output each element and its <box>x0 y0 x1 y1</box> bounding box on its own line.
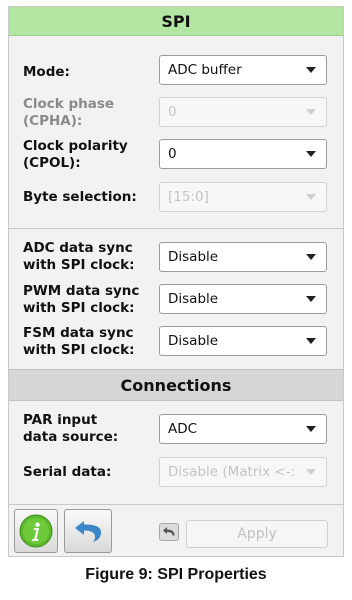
panel-title: SPI <box>9 7 343 36</box>
cpha-label-line1: Clock phase <box>23 96 115 112</box>
mode-value: ADC buffer <box>168 62 242 78</box>
fsm-sync-value: Disable <box>168 333 219 349</box>
small-undo-icon <box>163 527 175 536</box>
serial-data-value: Disable (Matrix <-: <box>168 464 296 480</box>
par-input-label: PAR input data source: <box>23 412 118 446</box>
adc-sync-select[interactable]: Disable <box>159 242 327 272</box>
dropdown-arrow-icon <box>306 338 316 344</box>
mode-select[interactable]: ADC buffer <box>159 55 327 85</box>
spi-properties-panel: SPI Mode: ADC buffer Clock phase (CPHA):… <box>8 6 344 557</box>
cpha-select[interactable]: 0 <box>159 97 327 127</box>
pwm-sync-label: PWM data sync with SPI clock: <box>23 283 139 317</box>
undo-button[interactable] <box>64 509 112 553</box>
panel-footer: Apply <box>9 504 343 556</box>
cpha-label-line2: (CPHA): <box>23 113 83 129</box>
byte-selection-value: [15:0] <box>168 189 209 205</box>
undo-icon <box>75 521 101 542</box>
info-icon <box>19 514 53 548</box>
cpol-label-line1: Clock polarity <box>23 138 128 154</box>
dropdown-arrow-icon <box>306 469 316 475</box>
cpol-label: Clock polarity (CPOL): <box>23 138 128 172</box>
figure-caption: Figure 9: SPI Properties <box>85 566 267 583</box>
dropdown-arrow-icon <box>306 254 316 260</box>
par-input-label-line1: PAR input <box>23 412 98 428</box>
connections-header: Connections <box>9 369 343 401</box>
dropdown-arrow-icon <box>306 151 316 157</box>
adc-sync-label: ADC data sync with SPI clock: <box>23 240 135 274</box>
pwm-sync-label-line2: with SPI clock: <box>23 300 135 316</box>
cpol-select[interactable]: 0 <box>159 139 327 169</box>
serial-data-select[interactable]: Disable (Matrix <-: <box>159 457 327 487</box>
dropdown-arrow-icon <box>306 296 316 302</box>
par-input-label-line2: data source: <box>23 429 119 445</box>
dropdown-arrow-icon <box>306 194 316 200</box>
cpol-label-line2: (CPOL): <box>23 155 81 171</box>
fsm-sync-label-line2: with SPI clock: <box>23 342 135 358</box>
mode-label: Mode: <box>23 64 70 80</box>
par-input-value: ADC <box>168 421 198 437</box>
pwm-sync-select[interactable]: Disable <box>159 284 327 314</box>
fsm-sync-select[interactable]: Disable <box>159 326 327 356</box>
pwm-sync-value: Disable <box>168 291 219 307</box>
pwm-sync-label-line1: PWM data sync <box>23 283 140 299</box>
adc-sync-value: Disable <box>168 249 219 265</box>
fsm-sync-label-line1: FSM data sync <box>23 325 134 341</box>
small-undo-button[interactable] <box>159 523 179 541</box>
cpha-label: Clock phase (CPHA): <box>23 96 114 130</box>
fsm-sync-label: FSM data sync with SPI clock: <box>23 325 135 359</box>
adc-sync-label-line2: with SPI clock: <box>23 257 135 273</box>
apply-button[interactable]: Apply <box>186 520 328 548</box>
info-button[interactable] <box>14 509 58 553</box>
dropdown-arrow-icon <box>306 67 316 73</box>
byte-selection-label: Byte selection: <box>23 189 137 205</box>
cpha-value: 0 <box>168 104 177 120</box>
dropdown-arrow-icon <box>306 109 316 115</box>
adc-sync-label-line1: ADC data sync <box>23 240 133 256</box>
par-input-select[interactable]: ADC <box>159 414 327 444</box>
serial-data-label: Serial data: <box>23 464 112 480</box>
section-divider <box>9 228 343 229</box>
dropdown-arrow-icon <box>306 426 316 432</box>
cpol-value: 0 <box>168 146 177 162</box>
byte-selection-select[interactable]: [15:0] <box>159 182 327 212</box>
